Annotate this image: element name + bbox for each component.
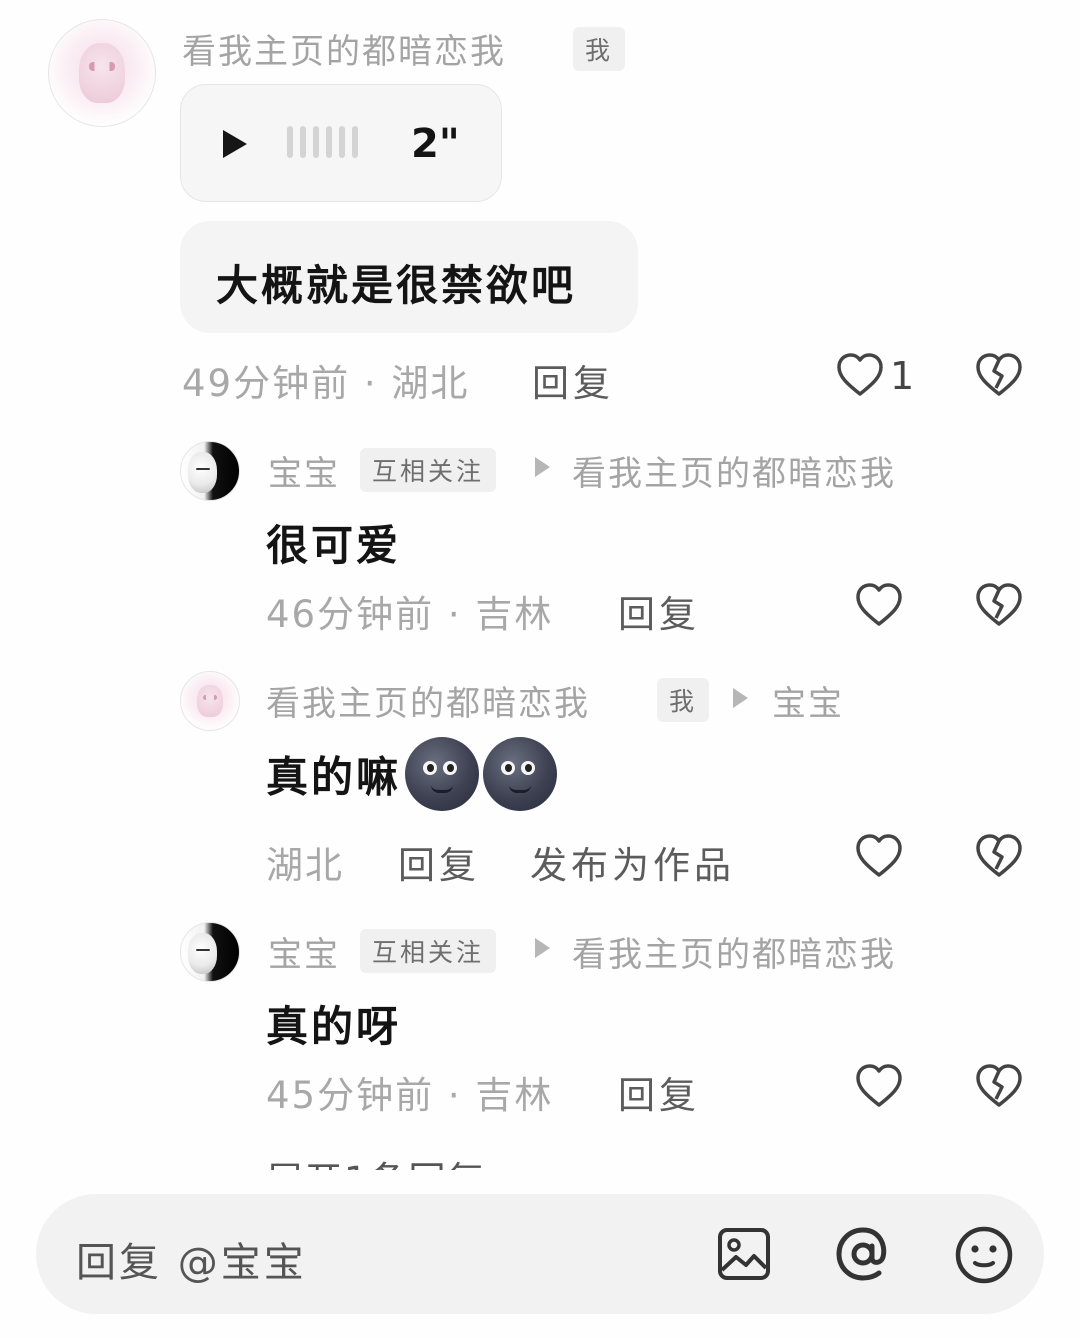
- comment-author[interactable]: 看我主页的都暗恋我: [182, 24, 506, 73]
- broken-heart-icon[interactable]: [975, 352, 1023, 398]
- comment-text[interactable]: 真的呀: [266, 993, 401, 1054]
- heart-icon[interactable]: [855, 582, 903, 628]
- comment-text: 大概就是很禁欲吧: [216, 261, 577, 310]
- like-count: 1: [890, 354, 915, 398]
- heart-icon[interactable]: [836, 352, 884, 398]
- avatar[interactable]: [48, 19, 156, 127]
- expand-replies-clip: 展开1条回复 ⌄: [266, 1148, 566, 1170]
- reply-arrow-icon: [535, 938, 550, 958]
- reply-input-bar[interactable]: 回复 @宝宝: [36, 1194, 1044, 1314]
- expand-replies-label: 展开1条回复: [266, 1159, 487, 1170]
- author-tag: 我: [657, 678, 710, 722]
- reply-button[interactable]: 回复: [618, 584, 700, 638]
- comment-author[interactable]: 宝宝: [268, 927, 340, 976]
- avatar[interactable]: [180, 922, 240, 982]
- chevron-down-icon: ⌄: [487, 1159, 534, 1170]
- comment-meta: 46分钟前 · 吉林: [266, 593, 554, 636]
- voice-duration: 2": [411, 121, 460, 167]
- play-icon[interactable]: [223, 130, 247, 158]
- comment-bubble[interactable]: 大概就是很禁欲吧: [180, 221, 638, 333]
- new-moon-face-emoji: [483, 737, 558, 811]
- broken-heart-icon[interactable]: [975, 833, 1023, 879]
- comment-author[interactable]: 看我主页的都暗恋我: [266, 676, 590, 725]
- comment-author[interactable]: 宝宝: [268, 446, 340, 495]
- comment-meta: 湖北: [266, 844, 344, 887]
- expand-replies-button[interactable]: 展开1条回复 ⌄: [266, 1150, 533, 1170]
- comment-meta: 45分钟前 · 吉林: [266, 1074, 554, 1117]
- at-icon[interactable]: [833, 1224, 893, 1284]
- comment-body[interactable]: 真的嘛: [266, 737, 558, 811]
- reply-arrow-icon: [733, 688, 748, 708]
- voice-message[interactable]: 2": [180, 84, 502, 202]
- author-tag: 我: [573, 27, 626, 71]
- waveform-icon: [287, 126, 365, 158]
- reply-button[interactable]: 回复: [532, 353, 614, 407]
- avatar[interactable]: [180, 671, 240, 731]
- reply-to-name[interactable]: 看我主页的都暗恋我: [572, 927, 896, 976]
- publish-as-work-button[interactable]: 发布为作品: [530, 835, 735, 889]
- emoji-icon[interactable]: [953, 1224, 1015, 1286]
- new-moon-face-emoji: [405, 737, 480, 811]
- reply-input[interactable]: 回复 @宝宝: [76, 1230, 307, 1288]
- comment-meta: 49分钟前 · 湖北: [182, 362, 470, 405]
- reply-to-name[interactable]: 宝宝: [772, 676, 844, 725]
- heart-icon[interactable]: [855, 1063, 903, 1109]
- reply-button[interactable]: 回复: [618, 1065, 700, 1119]
- broken-heart-icon[interactable]: [975, 582, 1023, 628]
- mutual-follow-tag: 互相关注: [360, 929, 497, 973]
- mutual-follow-tag: 互相关注: [360, 448, 497, 492]
- reply-button[interactable]: 回复: [398, 835, 480, 889]
- reply-to-name[interactable]: 看我主页的都暗恋我: [572, 446, 896, 495]
- comment-text: 真的嘛: [266, 752, 402, 802]
- heart-icon[interactable]: [855, 833, 903, 879]
- comment-text[interactable]: 很可爱: [266, 512, 401, 573]
- broken-heart-icon[interactable]: [975, 1063, 1023, 1109]
- avatar[interactable]: [180, 441, 240, 501]
- image-icon[interactable]: [716, 1226, 772, 1282]
- reply-arrow-icon: [535, 457, 550, 477]
